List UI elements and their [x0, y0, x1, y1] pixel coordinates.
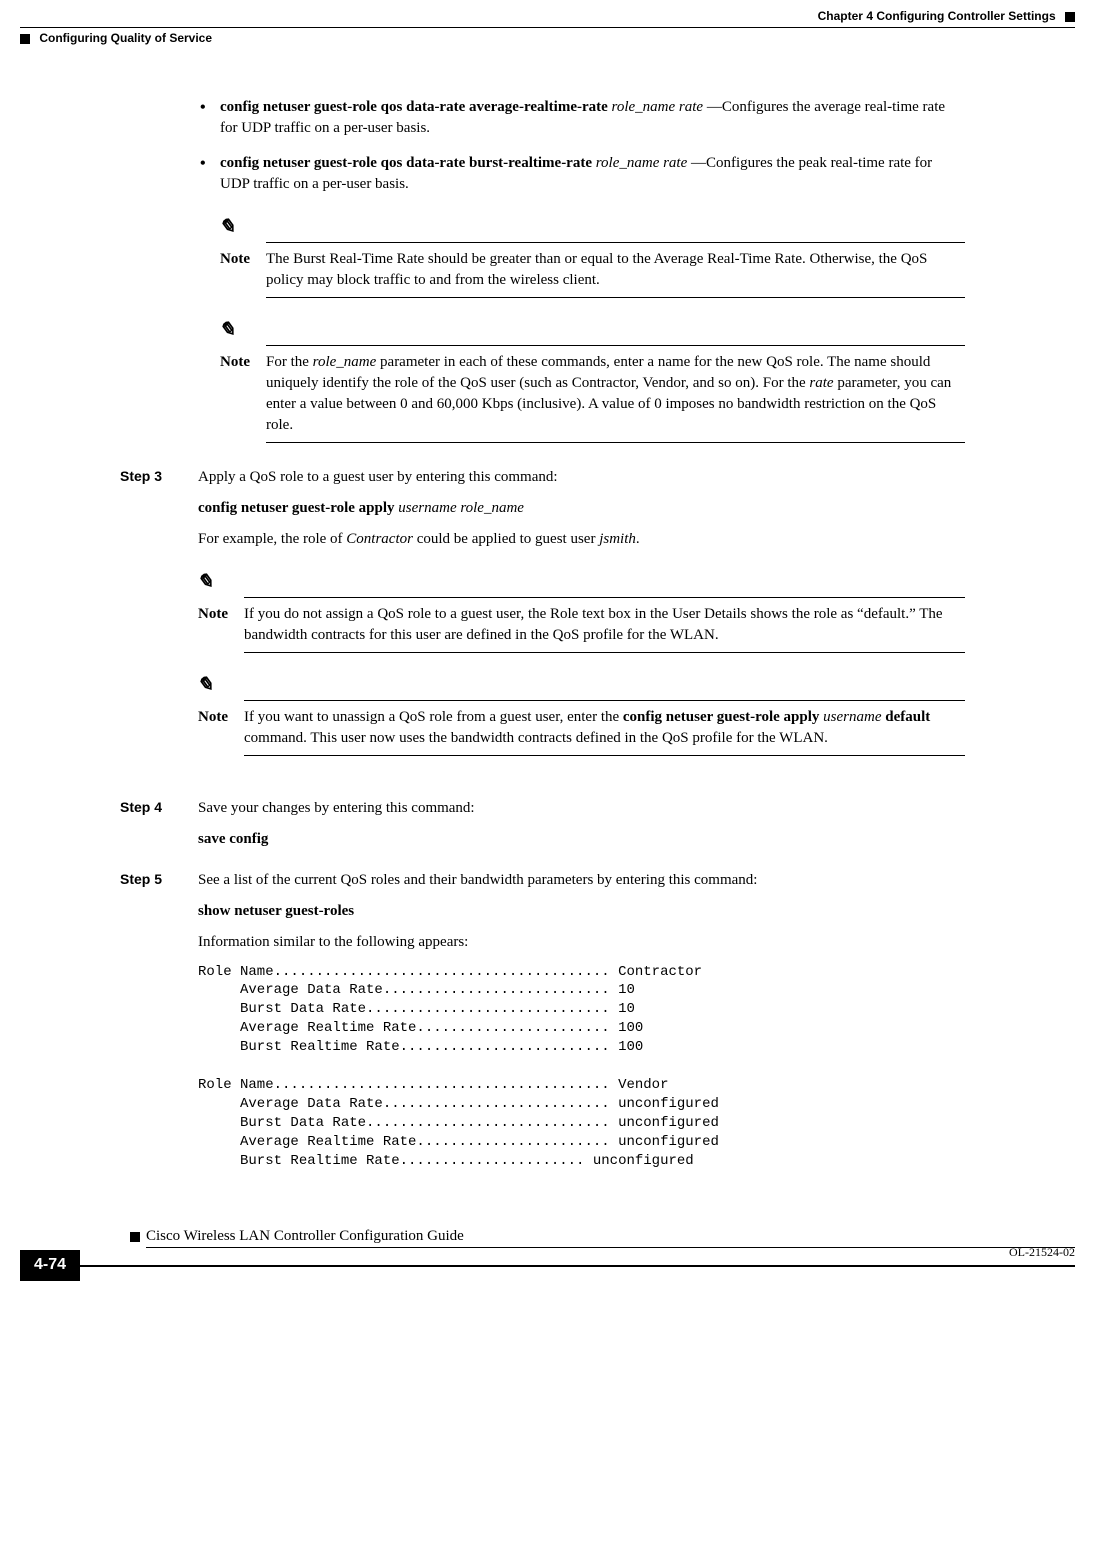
command-bold: config netuser guest-role qos data-rate … — [220, 155, 592, 171]
note-text: The Burst Real-Time Rate should be great… — [266, 249, 965, 291]
step-text: Save your changes by entering this comma… — [198, 798, 965, 819]
page-content: config netuser guest-role qos data-rate … — [0, 47, 1095, 1227]
pencil-icon: ✎ — [195, 675, 217, 695]
step-example: For example, the role of Contractor coul… — [198, 529, 965, 550]
command-bold: config netuser guest-role apply — [198, 500, 395, 516]
note-text: If you want to unassign a QoS role from … — [244, 707, 965, 749]
code-output: Role Name...............................… — [198, 963, 965, 1171]
book-title: Cisco Wireless LAN Controller Configurat… — [146, 1226, 464, 1247]
step-label: Step 4 — [120, 798, 198, 860]
command-bold: show netuser guest-roles — [198, 903, 354, 919]
note-block: ✎ Note The Burst Real-Time Rate should b… — [220, 217, 965, 298]
command-bold: config netuser guest-role qos data-rate … — [220, 99, 608, 115]
note-label: Note — [198, 707, 244, 728]
pencil-icon: ✎ — [195, 572, 217, 592]
note-block: ✎ Note If you do not assign a QoS role t… — [198, 572, 965, 653]
step-text: Apply a QoS role to a guest user by ente… — [198, 467, 965, 488]
step-5: Step 5 See a list of the current QoS rol… — [120, 870, 965, 1171]
page-number: 4-74 — [20, 1250, 80, 1280]
pencil-icon: ✎ — [217, 217, 239, 237]
bullet-item: config netuser guest-role qos data-rate … — [198, 153, 965, 195]
note-label: Note — [220, 249, 266, 270]
note-block: ✎ Note For the role_name parameter in ea… — [220, 320, 965, 443]
section-title: Configuring Quality of Service — [39, 31, 212, 45]
pencil-icon: ✎ — [217, 320, 239, 340]
command-args: role_name rate — [596, 155, 688, 171]
step-4: Step 4 Save your changes by entering thi… — [120, 798, 965, 860]
note-label: Note — [198, 604, 244, 625]
header-marker-icon — [1065, 12, 1075, 22]
note-block: ✎ Note If you want to unassign a QoS rol… — [198, 675, 965, 756]
note-text: For the role_name parameter in each of t… — [266, 352, 965, 436]
step-label: Step 3 — [120, 467, 198, 774]
command-bold: save config — [198, 831, 268, 847]
footer-marker-icon — [130, 1232, 140, 1242]
command-args: username role_name — [398, 500, 524, 516]
page-footer: Cisco Wireless LAN Controller Configurat… — [0, 1226, 1095, 1280]
step-3: Step 3 Apply a QoS role to a guest user … — [120, 467, 965, 774]
section-marker-icon — [20, 34, 30, 44]
bullet-list: config netuser guest-role qos data-rate … — [198, 97, 965, 195]
doc-id: OL-21524-02 — [1009, 1244, 1075, 1261]
step-text: See a list of the current QoS roles and … — [198, 870, 965, 891]
step-info: Information similar to the following app… — [198, 932, 965, 953]
step-label: Step 5 — [120, 870, 198, 1171]
page-header: Chapter 4 Configuring Controller Setting… — [0, 0, 1095, 27]
note-text: If you do not assign a QoS role to a gue… — [244, 604, 965, 646]
note-label: Note — [220, 352, 266, 373]
bullet-item: config netuser guest-role qos data-rate … — [198, 97, 965, 139]
command-args: role_name rate — [612, 99, 704, 115]
section-title-row: Configuring Quality of Service — [0, 28, 1095, 47]
chapter-title: Chapter 4 Configuring Controller Setting… — [818, 9, 1056, 23]
